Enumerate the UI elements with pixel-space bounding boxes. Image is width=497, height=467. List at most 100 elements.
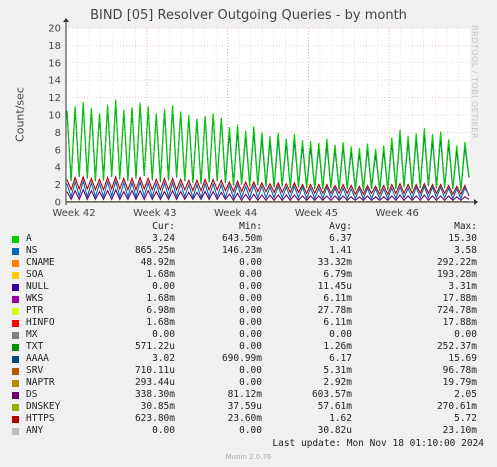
plot-area: 0 2 4 6 8 10 12 14 16 18 20 Week 42 Week 43 Week 44 We… — [48, 18, 478, 219]
legend-min: 0.00 — [239, 257, 262, 268]
legend-cur: 6.98m — [146, 305, 175, 316]
y-tick-label: 2 — [55, 180, 61, 191]
legend-min: 0.00 — [239, 425, 262, 436]
legend-cur: 0.00 — [152, 425, 175, 436]
y-tick-label: 10 — [48, 111, 61, 122]
legend-cur: 3.02 — [152, 353, 175, 364]
legend-max: 193.28m — [436, 269, 477, 280]
y-tick-label: 8 — [55, 128, 61, 139]
legend-row-aaaa: AAAA 3.02 690.99m 6.17 15.69 — [12, 353, 487, 365]
legend-name: HTTPS — [26, 413, 55, 424]
legend-cur: 623.80m — [134, 413, 175, 424]
legend-min: 0.00 — [239, 281, 262, 292]
legend-min: 37.59u — [227, 401, 262, 412]
legend-name: NULL — [26, 281, 49, 292]
legend-row-dnskey: DNSKEY 30.85m 37.59u 57.61m 270.61m — [12, 401, 487, 413]
y-tick-label: 0 — [55, 198, 61, 209]
legend-swatch — [12, 367, 19, 375]
legend-max: 270.61m — [436, 401, 477, 412]
legend-cur: 865.25m — [134, 245, 175, 256]
legend-cur: 3.24 — [152, 233, 175, 244]
legend-avg: 6.11m — [323, 293, 352, 304]
legend-row-cname: CNAME 48.92m 0.00 33.32m 292.22m — [12, 257, 487, 269]
y-tick-label: 4 — [55, 163, 61, 174]
last-update: Last update: Mon Nov 18 01:10:00 2024 — [272, 438, 484, 449]
legend-min: 690.99m — [221, 353, 262, 364]
legend-max: 252.37m — [436, 341, 477, 352]
legend-min: 146.23m — [221, 245, 262, 256]
legend-swatch — [12, 379, 19, 387]
legend-row-https: HTTPS 623.80m 23.60m 1.62 5.72 — [12, 413, 487, 425]
legend-avg: 33.32m — [317, 257, 352, 268]
legend-row-srv: SRV 710.11u 0.00 5.31m 96.78m — [12, 365, 487, 377]
y-tick-label: 6 — [55, 145, 61, 156]
legend-avg: 6.17 — [329, 353, 352, 364]
x-tick-label: Week 44 — [214, 208, 257, 219]
legend-name: TXT — [26, 341, 44, 352]
legend-cur: 1.68m — [146, 293, 175, 304]
legend-row-soa: SOA 1.68m 0.00 6.79m 193.28m — [12, 269, 487, 281]
legend-max: 3.31m — [448, 281, 477, 292]
legend-swatch — [12, 247, 19, 255]
legend-avg: 2.92m — [323, 377, 352, 388]
legend-row-wks: WKS 1.68m 0.00 6.11m 17.88m — [12, 293, 487, 305]
legend-swatch — [12, 295, 19, 303]
legend-name: SOA — [26, 269, 44, 280]
legend-max: 17.88m — [442, 293, 477, 304]
legend-cur: 571.22u — [134, 341, 175, 352]
legend-name: MX — [26, 329, 38, 340]
legend-max: 23.10m — [442, 425, 477, 436]
x-tick-label: Week 42 — [52, 208, 95, 219]
legend-min: 0.00 — [239, 365, 262, 376]
legend-swatch — [12, 427, 19, 435]
legend-avg: 6.37 — [329, 233, 352, 244]
legend-name: SRV — [26, 365, 44, 376]
legend-max: 15.69 — [448, 353, 477, 364]
legend-name: WKS — [26, 293, 44, 304]
legend-table: Cur: Min: Avg: Max: A 3.24 643.50m 6.37 15.3… — [12, 221, 487, 437]
x-tick-label: Week 45 — [295, 208, 338, 219]
y-tick-label: 16 — [48, 58, 61, 69]
legend-row-null: NULL 0.00 0.00 11.45u 3.31m — [12, 281, 487, 293]
legend-row-mx: MX 0.00 0.00 0.00 0.00 — [12, 329, 487, 341]
legend-row-ns: NS 865.25m 146.23m 1.41 3.58 — [12, 245, 487, 257]
legend-avg: 1.26m — [323, 341, 352, 352]
legend-avg: 27.78m — [317, 305, 352, 316]
legend-name: A — [26, 233, 32, 244]
x-axis-arrow-icon — [474, 199, 478, 205]
legend-row-ptr: PTR 6.98m 0.00 27.78m 724.78m — [12, 305, 487, 317]
legend-cur: 338.30m — [134, 389, 175, 400]
legend-name: NAPTR — [26, 377, 55, 388]
legend-min: 23.60m — [227, 413, 262, 424]
legend-row-naptr: NAPTR 293.44u 0.00 2.92m 19.79m — [12, 377, 487, 389]
legend-row-any: ANY 0.00 0.00 30.82u 23.10m — [12, 425, 487, 437]
legend-rows: A 3.24 643.50m 6.37 15.30 NS 865.25m 146.23m 1.4… — [12, 233, 487, 437]
y-axis-arrow-icon — [63, 18, 69, 22]
legend-name: NS — [26, 245, 38, 256]
legend-row-ds: DS 338.30m 81.12m 603.57m 2.05 — [12, 389, 487, 401]
legend-avg: 1.41 — [329, 245, 352, 256]
y-tick-label: 12 — [48, 93, 61, 104]
legend-avg: 57.61m — [317, 401, 352, 412]
legend-avg: 603.57m — [311, 389, 352, 400]
legend-cur: 48.92m — [140, 257, 175, 268]
legend-cur: 1.68m — [146, 269, 175, 280]
legend-swatch — [12, 235, 19, 243]
legend-swatch — [12, 319, 19, 327]
legend-cur: 1.68m — [146, 317, 175, 328]
y-tick-label: 14 — [48, 76, 61, 87]
legend-max: 2.05 — [454, 389, 477, 400]
legend-name: CNAME — [26, 257, 55, 268]
legend-max: 0.00 — [454, 329, 477, 340]
legend-name: DNSKEY — [26, 401, 61, 412]
legend-row-a: A 3.24 643.50m 6.37 15.30 — [12, 233, 487, 245]
legend-min: 0.00 — [239, 341, 262, 352]
legend-swatch — [12, 331, 19, 339]
legend-swatch — [12, 391, 19, 399]
legend-max: 5.72 — [454, 413, 477, 424]
legend-cur: 293.44u — [134, 377, 175, 388]
legend-min: 0.00 — [239, 317, 262, 328]
legend-min: 0.00 — [239, 269, 262, 280]
legend-cur: 30.85m — [140, 401, 175, 412]
munin-version: Munin 2.0.76 — [225, 453, 272, 461]
